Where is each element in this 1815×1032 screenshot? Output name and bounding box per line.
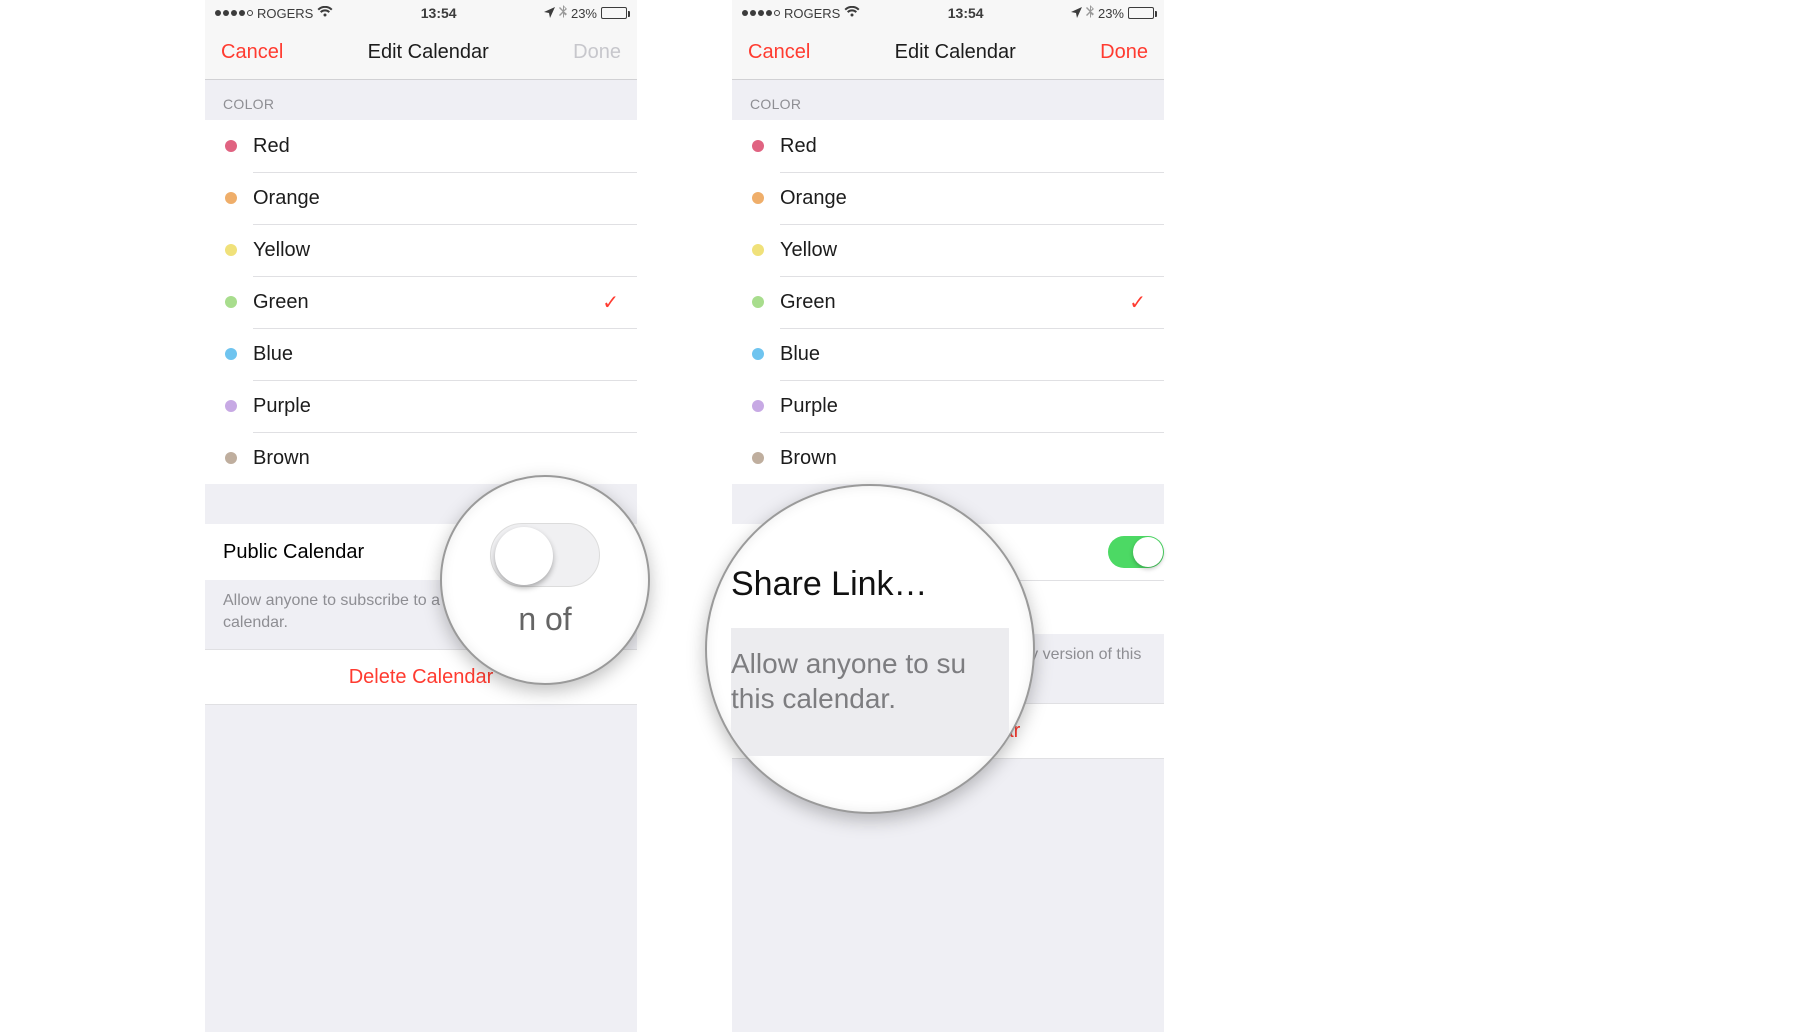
- color-label: Brown: [253, 447, 310, 470]
- zoom-lens: n of: [440, 475, 650, 685]
- done-button[interactable]: Done: [1100, 41, 1148, 64]
- color-swatch: [225, 452, 237, 464]
- checkmark-icon: ✓: [1129, 290, 1146, 315]
- color-swatch: [752, 140, 764, 152]
- color-swatch: [752, 192, 764, 204]
- carrier-label: ROGERS: [257, 6, 313, 21]
- color-swatch: [225, 400, 237, 412]
- done-button[interactable]: Done: [573, 41, 621, 64]
- color-label: Green: [780, 291, 836, 314]
- signal-icon: [215, 10, 253, 16]
- color-section-header: COLOR: [732, 80, 1164, 120]
- color-swatch: [225, 348, 237, 360]
- color-label: Purple: [253, 395, 311, 418]
- color-list: Red Orange Yellow Green ✓ Blue Purple Br…: [205, 120, 637, 484]
- battery-pct: 23%: [1098, 6, 1124, 21]
- status-time: 13:54: [421, 5, 457, 21]
- color-row-yellow[interactable]: Yellow: [205, 224, 637, 276]
- zoom-footer-line: this calendar.: [731, 681, 1009, 716]
- carrier-label: ROGERS: [784, 6, 840, 21]
- color-label: Yellow: [253, 239, 310, 262]
- public-calendar-toggle[interactable]: [1108, 536, 1164, 568]
- zoom-footer: Allow anyone to su this calendar.: [731, 628, 1009, 756]
- color-swatch: [225, 140, 237, 152]
- battery-pct: 23%: [571, 6, 597, 21]
- zoom-text: n of: [518, 601, 571, 638]
- bluetooth-icon: [1086, 5, 1094, 21]
- location-icon: [1071, 6, 1082, 21]
- color-label: Red: [780, 135, 817, 158]
- color-swatch: [752, 348, 764, 360]
- color-swatch: [752, 452, 764, 464]
- screenshot-left: ROGERS 13:54 23% Cancel Edit Calendar Do…: [205, 0, 637, 1032]
- nav-bar: Cancel Edit Calendar Done: [732, 26, 1164, 80]
- nav-title: Edit Calendar: [895, 41, 1016, 64]
- nav-title: Edit Calendar: [368, 41, 489, 64]
- color-swatch: [225, 296, 237, 308]
- color-row-red[interactable]: Red: [732, 120, 1164, 172]
- color-label: Blue: [780, 343, 820, 366]
- screenshot-right: ROGERS 13:54 23% Cancel Edit Calendar Do…: [732, 0, 1164, 1032]
- bluetooth-icon: [559, 5, 567, 21]
- color-row-yellow[interactable]: Yellow: [732, 224, 1164, 276]
- battery-icon: [601, 7, 627, 19]
- color-row-green[interactable]: Green ✓: [732, 276, 1164, 328]
- zoom-share-link: Share Link…: [731, 543, 1009, 628]
- color-swatch: [225, 244, 237, 256]
- cancel-button[interactable]: Cancel: [748, 41, 810, 64]
- wifi-icon: [317, 6, 333, 21]
- color-label: Orange: [780, 187, 847, 210]
- color-row-blue[interactable]: Blue: [732, 328, 1164, 380]
- signal-icon: [742, 10, 780, 16]
- color-label: Purple: [780, 395, 838, 418]
- color-row-green[interactable]: Green ✓: [205, 276, 637, 328]
- color-swatch: [752, 244, 764, 256]
- color-row-red[interactable]: Red: [205, 120, 637, 172]
- color-row-brown[interactable]: Brown: [205, 432, 637, 484]
- public-calendar-label: Public Calendar: [223, 541, 364, 564]
- delete-label: Delete Calendar: [349, 666, 494, 689]
- status-bar: ROGERS 13:54 23%: [732, 0, 1164, 26]
- color-label: Brown: [780, 447, 837, 470]
- color-label: Blue: [253, 343, 293, 366]
- color-label: Yellow: [780, 239, 837, 262]
- color-list: Red Orange Yellow Green ✓ Blue Purple Br…: [732, 120, 1164, 484]
- color-row-orange[interactable]: Orange: [732, 172, 1164, 224]
- cancel-button[interactable]: Cancel: [221, 41, 283, 64]
- color-swatch: [752, 296, 764, 308]
- color-label: Orange: [253, 187, 320, 210]
- color-row-blue[interactable]: Blue: [205, 328, 637, 380]
- wifi-icon: [844, 6, 860, 21]
- zoom-footer-line: Allow anyone to su: [731, 646, 1009, 681]
- battery-icon: [1128, 7, 1154, 19]
- color-row-orange[interactable]: Orange: [205, 172, 637, 224]
- location-icon: [544, 6, 555, 21]
- status-time: 13:54: [948, 5, 984, 21]
- color-swatch: [225, 192, 237, 204]
- color-row-purple[interactable]: Purple: [732, 380, 1164, 432]
- color-label: Green: [253, 291, 309, 314]
- nav-bar: Cancel Edit Calendar Done: [205, 26, 637, 80]
- color-swatch: [752, 400, 764, 412]
- color-label: Red: [253, 135, 290, 158]
- zoom-lens: Share Link… Allow anyone to su this cale…: [705, 484, 1035, 814]
- checkmark-icon: ✓: [602, 290, 619, 315]
- color-row-purple[interactable]: Purple: [205, 380, 637, 432]
- zoom-toggle-off: [490, 523, 600, 587]
- color-section-header: COLOR: [205, 80, 637, 120]
- color-row-brown[interactable]: Brown: [732, 432, 1164, 484]
- status-bar: ROGERS 13:54 23%: [205, 0, 637, 26]
